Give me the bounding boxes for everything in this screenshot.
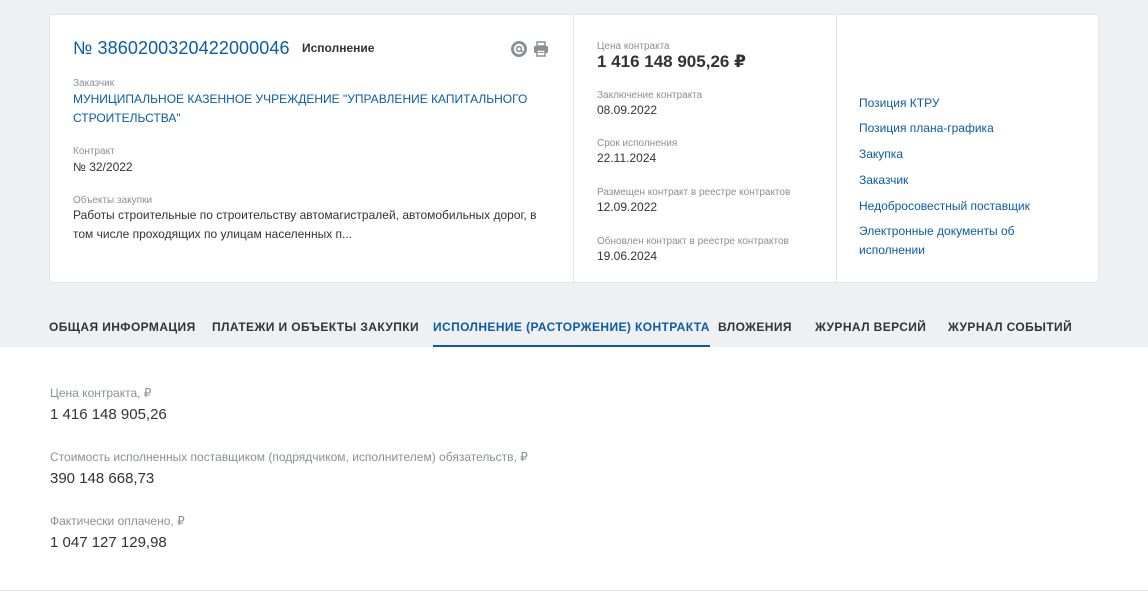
contract-number-label: Контракт [73, 146, 115, 157]
conclusion-date-label: Заключение контракта [597, 90, 703, 101]
header-area: № 3860200320422000046 Исполнение Заказчи… [0, 0, 1148, 347]
link-unscrupulous-supplier[interactable]: Недобросовестный поставщик [859, 197, 1030, 216]
link-purchase[interactable]: Закупка [859, 145, 903, 164]
contract-number-value: № 32/2022 [73, 160, 133, 174]
exec-fulfilled-value: 390 148 668,73 [50, 470, 155, 487]
contract-card: № 3860200320422000046 Исполнение Заказчи… [49, 14, 1099, 283]
email-icon[interactable] [510, 40, 528, 58]
link-ktru-position[interactable]: Позиция КТРУ [859, 94, 939, 113]
exec-fulfilled-label: Стоимость исполненных поставщиком (подря… [50, 450, 528, 464]
bottom-divider [0, 590, 1148, 591]
related-links: Позиция КТРУ Позиция плана-графика Закуп… [837, 15, 1100, 282]
exec-price-value: 1 416 148 905,26 [50, 406, 167, 423]
exec-paid-value: 1 047 127 129,98 [50, 534, 167, 551]
link-electronic-documents[interactable]: Электронные документы об исполнении [859, 222, 1059, 260]
customer-name-link[interactable]: МУНИЦИПАЛЬНОЕ КАЗЕННОЕ УЧРЕЖДЕНИЕ "УПРАВ… [73, 90, 543, 128]
placed-label: Размещен контракт в реестре контрактов [597, 187, 791, 198]
term-value: 22.11.2024 [597, 151, 657, 165]
exec-paid-label: Фактически оплачено, ₽ [50, 514, 185, 528]
exec-price-label: Цена контракта, ₽ [50, 386, 152, 400]
term-label: Срок исполнения [597, 138, 678, 149]
price-value: 1 416 148 905,26 ₽ [597, 52, 746, 71]
tab-attachments[interactable]: ВЛОЖЕНИЯ [718, 310, 792, 347]
contract-status: Исполнение [302, 41, 375, 55]
conclusion-date-value: 08.09.2022 [597, 103, 658, 117]
tab-payments-objects[interactable]: ПЛАТЕЖИ И ОБЪЕКТЫ ЗАКУПКИ [212, 310, 419, 347]
tab-event-log[interactable]: ЖУРНАЛ СОБЫТИЙ [948, 310, 1072, 347]
link-plan-schedule-position[interactable]: Позиция плана-графика [859, 119, 994, 138]
contract-details: Цена контракта 1 416 148 905,26 ₽ Заключ… [574, 15, 837, 282]
contract-main-info: № 3860200320422000046 Исполнение Заказчи… [50, 15, 574, 282]
tab-general-info[interactable]: ОБЩАЯ ИНФОРМАЦИЯ [49, 310, 196, 347]
tab-version-log[interactable]: ЖУРНАЛ ВЕРСИЙ [815, 310, 926, 347]
price-label: Цена контракта [597, 41, 670, 52]
customer-label: Заказчик [73, 78, 115, 89]
print-icon[interactable] [532, 40, 550, 58]
purchase-objects-label: Объекты закупки [73, 195, 153, 206]
placed-value: 12.09.2022 [597, 200, 658, 214]
tab-execution-termination[interactable]: ИСПОЛНЕНИЕ (РАСТОРЖЕНИЕ) КОНТРАКТА [433, 310, 710, 347]
updated-value: 19.06.2024 [597, 249, 658, 263]
purchase-objects-text: Работы строительные по строительству авт… [73, 208, 537, 241]
contract-registry-number[interactable]: № 3860200320422000046 [73, 38, 290, 59]
link-customer[interactable]: Заказчик [859, 171, 908, 190]
updated-label: Обновлен контракт в реестре контрактов [597, 236, 789, 247]
